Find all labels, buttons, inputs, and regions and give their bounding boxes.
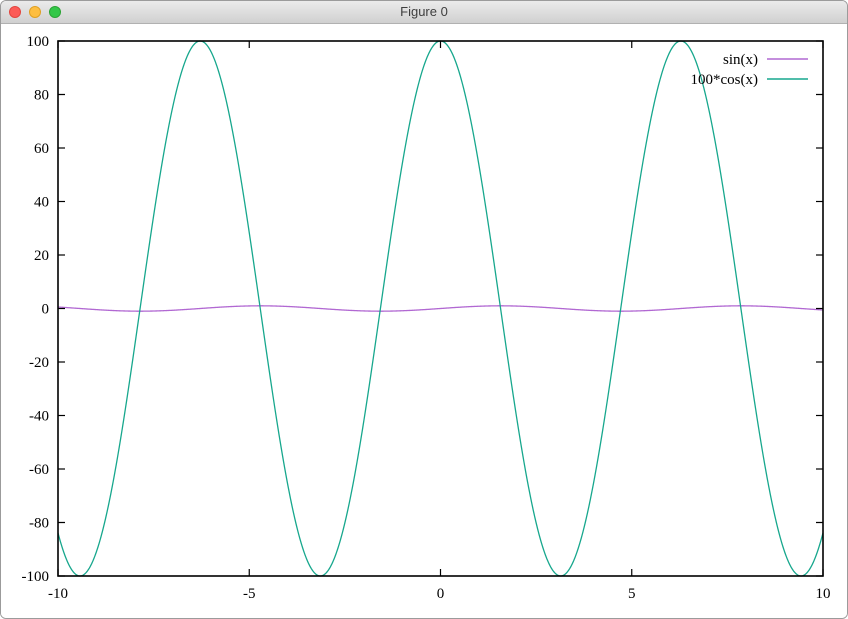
- figure-window: Figure 0 -10 -5 0 5 10 -100 -80 -60 -40 -20 0 20 40 6…: [0, 0, 848, 619]
- y-tick-label: -20: [29, 355, 49, 371]
- y-tick-label: -40: [29, 409, 49, 425]
- y-tick-label: 20: [34, 248, 49, 264]
- series-curve-sin: [58, 306, 823, 311]
- y-tick-label: 40: [34, 195, 49, 211]
- legend-label-cos: 100*cos(x): [691, 72, 759, 88]
- y-tick-label: 60: [34, 141, 49, 157]
- y-tick-label: -100: [22, 569, 50, 585]
- zoom-button[interactable]: [49, 6, 61, 18]
- y-tick-label: -80: [29, 516, 49, 532]
- x-tick-label: -5: [243, 586, 256, 602]
- plot-canvas: -10 -5 0 5 10 -100 -80 -60 -40 -20 0 20 40 60 80 100 sin…: [1, 24, 848, 619]
- x-tick-label: 10: [816, 586, 831, 602]
- minimize-button[interactable]: [29, 6, 41, 18]
- x-tick-label: -10: [48, 586, 68, 602]
- y-tick-label: -60: [29, 462, 49, 478]
- y-tick-label: 0: [42, 302, 50, 318]
- legend-label-sin: sin(x): [723, 52, 758, 68]
- chart-svg: -10 -5 0 5 10 -100 -80 -60 -40 -20 0 20 40 60 80 100 sin…: [1, 24, 848, 619]
- window-controls: [9, 1, 61, 23]
- y-tick-label: 80: [34, 88, 49, 104]
- x-tick-label: 0: [437, 586, 445, 602]
- close-button[interactable]: [9, 6, 21, 18]
- window-title: Figure 0: [1, 1, 847, 23]
- y-tick-label: 100: [27, 34, 50, 50]
- titlebar[interactable]: Figure 0: [1, 1, 847, 24]
- x-tick-label: 5: [628, 586, 636, 602]
